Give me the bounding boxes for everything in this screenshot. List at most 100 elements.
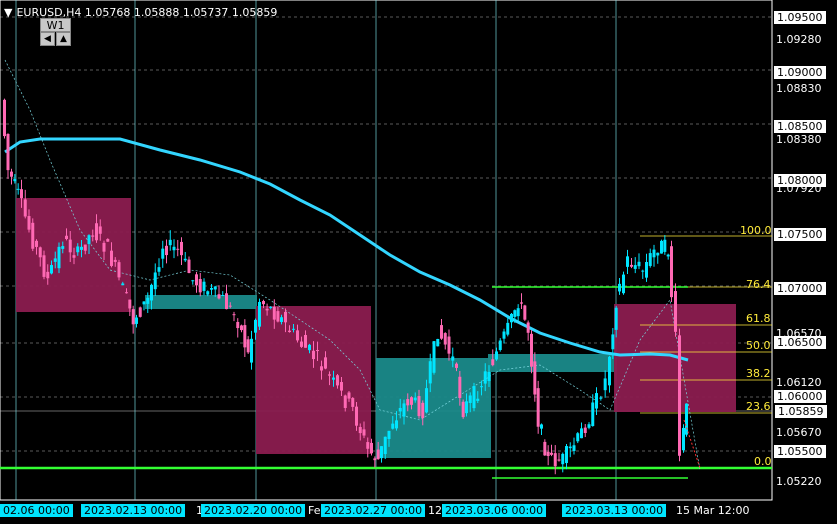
price-label: 1.08500 xyxy=(774,120,826,133)
candle-body xyxy=(65,235,68,240)
candle-body xyxy=(376,449,380,460)
candle-body xyxy=(413,397,417,401)
time-label: 12 xyxy=(428,504,442,517)
candle-body xyxy=(498,340,502,350)
price-axis[interactable]: 1.09500 1.09280 1.09000 1.08830 1.08500 … xyxy=(772,0,837,500)
timeframe-label[interactable]: W1 xyxy=(40,18,71,32)
candle-body xyxy=(611,334,615,350)
price-label: 1.07000 xyxy=(774,282,826,295)
candle-body xyxy=(663,239,667,252)
candle-body xyxy=(580,428,583,439)
candle-body xyxy=(42,255,46,277)
candle-body xyxy=(447,336,451,354)
price-chart[interactable] xyxy=(0,0,837,524)
candle-body xyxy=(340,382,343,391)
candle-body xyxy=(31,222,35,249)
candle-body xyxy=(83,244,87,251)
candle-body xyxy=(587,424,591,428)
candle-body xyxy=(53,258,57,262)
candle-body xyxy=(232,314,236,316)
candle-body xyxy=(95,223,98,241)
time-axis[interactable]: 02.06 00:00 2023.02.13 00:00 1 2023.02.2… xyxy=(0,500,772,524)
time-label: 2023.02.13 00:00 xyxy=(81,504,186,517)
candle-body xyxy=(599,397,603,399)
candle-body xyxy=(332,377,335,380)
timeframe-switcher[interactable]: W1 ◀ ▲ xyxy=(40,18,71,46)
candle-body xyxy=(213,286,217,290)
candle-body xyxy=(637,261,641,267)
candle-body xyxy=(320,366,323,371)
candle-body xyxy=(292,328,295,330)
fib-level-label: 76.4 xyxy=(746,278,771,291)
candle-body xyxy=(161,248,165,259)
candle-body xyxy=(117,262,121,278)
candle-body xyxy=(428,361,432,384)
time-label: 15 Mar 12:00 xyxy=(676,504,750,517)
candle-body xyxy=(487,371,491,382)
candle-body xyxy=(246,339,250,353)
fib-level-label: 61.8 xyxy=(746,312,771,325)
price-label: 1.08830 xyxy=(776,82,822,95)
candle-body xyxy=(351,398,355,407)
candle-body xyxy=(23,199,27,217)
candle-body xyxy=(533,361,537,395)
candle-body xyxy=(210,288,213,290)
candle-body xyxy=(516,308,520,317)
candle-body xyxy=(383,436,387,455)
candle-body xyxy=(506,322,510,335)
candle-body xyxy=(685,403,688,435)
price-label: 1.09500 xyxy=(774,11,826,24)
collapse-arrow-icon[interactable]: ▼ xyxy=(4,6,12,19)
candle-body xyxy=(276,311,280,322)
candle-body xyxy=(146,297,150,304)
candle-body xyxy=(135,317,138,324)
candle-body xyxy=(495,351,498,360)
up-arrow-icon[interactable]: ▲ xyxy=(56,32,71,46)
candle-body xyxy=(572,445,576,451)
demand-zone xyxy=(488,354,614,372)
candle-body xyxy=(366,442,370,449)
candle-body xyxy=(157,267,161,272)
candle-body xyxy=(502,331,506,339)
price-label: 1.06000 xyxy=(774,390,826,403)
candle-body xyxy=(565,446,568,464)
candle-body xyxy=(125,292,128,294)
candle-body xyxy=(678,335,681,456)
candle-body xyxy=(113,259,117,262)
candle-body xyxy=(391,423,395,429)
candle-body xyxy=(288,330,291,333)
candle-body xyxy=(165,245,168,256)
candle-body xyxy=(641,270,645,272)
price-label: 1.09000 xyxy=(774,66,826,79)
candle-body xyxy=(540,424,543,429)
candle-body xyxy=(308,344,311,351)
candle-body xyxy=(250,338,253,363)
candle-body xyxy=(461,401,465,418)
candle-body xyxy=(46,271,50,279)
candle-body xyxy=(236,321,240,329)
candle-body xyxy=(10,171,13,177)
candle-body xyxy=(510,313,513,323)
candle-body xyxy=(343,395,347,408)
candle-body xyxy=(576,433,580,442)
candle-body xyxy=(546,451,550,457)
candle-body xyxy=(440,325,443,339)
candle-body xyxy=(443,333,447,345)
candle-body xyxy=(328,374,331,376)
candle-body xyxy=(526,322,530,333)
fib-level-label: 23.6 xyxy=(746,400,771,413)
candle-body xyxy=(491,359,495,366)
candle-body xyxy=(476,398,480,401)
candle-body xyxy=(645,262,648,278)
time-label: 02.06 00:00 xyxy=(0,504,73,517)
candle-body xyxy=(150,284,153,301)
candle-body xyxy=(618,283,621,292)
candle-body xyxy=(520,302,523,304)
candle-body xyxy=(543,441,547,456)
candle-body xyxy=(304,335,307,348)
candle-body xyxy=(258,301,261,327)
candle-body xyxy=(410,397,413,405)
candle-body xyxy=(652,249,656,258)
candle-body xyxy=(670,246,673,298)
left-arrow-icon[interactable]: ◀ xyxy=(40,32,55,46)
